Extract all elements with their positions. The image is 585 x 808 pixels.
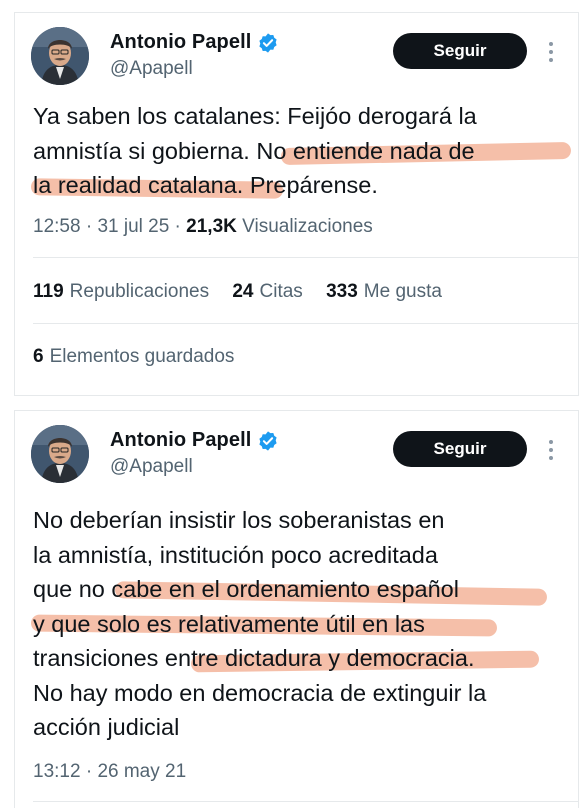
- tweet-text: Ya saben los catalanes: Feijóo derogará …: [30, 99, 573, 203]
- more-options-icon[interactable]: [541, 39, 561, 65]
- tweet-text-line: acción judicial: [33, 714, 180, 740]
- tweet-text-line: No hay modo en democracia de extinguir l…: [33, 679, 487, 706]
- more-options-icon[interactable]: [541, 437, 561, 463]
- divider: [33, 323, 578, 324]
- follow-button[interactable]: Seguir: [393, 33, 527, 69]
- bookmarks-stat[interactable]: 6 Elementos guardados: [33, 346, 234, 367]
- views-count: 21,3K: [186, 216, 237, 237]
- tweet-header: Antonio Papell @Apapell Seguir: [15, 13, 578, 93]
- author-name-row[interactable]: Antonio Papell: [110, 429, 279, 452]
- retweets-stat[interactable]: 119 Republicaciones: [33, 281, 209, 302]
- tweet-text-line: y que solo es relativamente útil en las: [30, 607, 573, 642]
- verified-badge-icon: [259, 32, 278, 53]
- bookmarks-stat-row: 6 Elementos guardados: [33, 346, 252, 368]
- verified-badge-icon: [259, 430, 278, 451]
- divider: [33, 257, 578, 258]
- avatar[interactable]: [31, 27, 89, 85]
- quotes-stat[interactable]: 24 Citas: [232, 281, 302, 302]
- likes-stat[interactable]: 333 Me gusta: [326, 281, 442, 302]
- tweet-text-line: No deberían insistir los soberanistas en: [33, 507, 445, 533]
- author-handle[interactable]: @Apapell: [110, 58, 193, 80]
- tweet-text: No deberían insistir los soberanistas en…: [30, 503, 573, 745]
- tweet-text-line: Ya saben los catalanes: Feijóo derogará …: [33, 103, 477, 129]
- divider: [33, 801, 578, 802]
- tweet-text-line: amnistía si gobierna. No entiende nada d…: [33, 134, 573, 169]
- tweet-timestamp[interactable]: 13:12 · 26 may 21: [33, 761, 186, 783]
- follow-button[interactable]: Seguir: [393, 431, 527, 467]
- author-handle[interactable]: @Apapell: [110, 456, 193, 478]
- avatar-portrait-icon: [31, 425, 89, 483]
- tweet-header: Antonio Papell @Apapell Seguir: [15, 411, 578, 491]
- avatar[interactable]: [31, 425, 89, 483]
- tweet-text-line: transiciones entre dictadura y democraci…: [33, 641, 573, 676]
- tweet-text-line: la realidad catalana. Prepárense.: [30, 168, 573, 203]
- engagement-stats: 119 Republicaciones 24 Citas 333 Me gusta: [33, 281, 460, 303]
- views-label: Visualizaciones: [242, 216, 373, 237]
- tweet-text-line: la amnistía, institución poco acreditada: [33, 541, 438, 568]
- tweet-timestamp[interactable]: 12:58 · 31 jul 25 · 21,3K Visualizacione…: [33, 216, 373, 238]
- avatar-portrait-icon: [31, 27, 89, 85]
- author-name-row[interactable]: Antonio Papell: [110, 31, 279, 54]
- author-name[interactable]: Antonio Papell: [110, 429, 251, 452]
- tweet-text-line: que no cabe en el ordenamiento español: [33, 572, 573, 607]
- tweet-card[interactable]: Antonio Papell @Apapell Seguir Ya saben …: [14, 12, 579, 396]
- tweet-card[interactable]: Antonio Papell @Apapell Seguir No deberí…: [14, 410, 579, 808]
- author-name[interactable]: Antonio Papell: [110, 31, 251, 54]
